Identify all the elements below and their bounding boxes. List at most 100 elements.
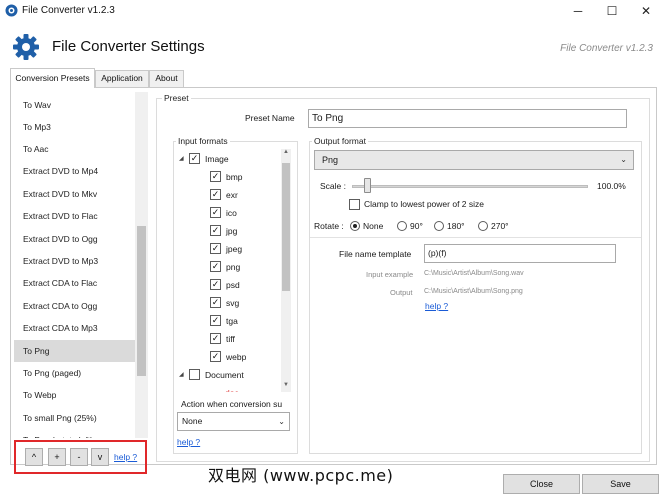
tab-application[interactable]: Application xyxy=(95,70,149,87)
minimize-button[interactable]: ─ xyxy=(561,0,595,22)
maximize-button[interactable]: ☐ xyxy=(595,0,629,22)
format-label: bmp xyxy=(226,171,243,182)
format-item[interactable]: ✓ png xyxy=(210,258,240,275)
clamp-checkbox[interactable] xyxy=(349,199,360,210)
format-item[interactable]: doc xyxy=(225,384,239,393)
format-label: tiff xyxy=(226,333,235,344)
list-item[interactable]: Extract DVD to Mp4 xyxy=(14,160,148,182)
rotate-90-radio[interactable] xyxy=(397,221,407,231)
list-item[interactable]: Extract CDA to Ogg xyxy=(14,295,148,317)
tab-about[interactable]: About xyxy=(149,70,184,87)
scroll-up-icon[interactable]: ▲ xyxy=(281,149,291,159)
expand-arrow-icon[interactable]: ◢ xyxy=(179,155,189,162)
version-label: File Converter v1.2.3 xyxy=(560,43,653,54)
document-checkbox[interactable] xyxy=(189,369,200,380)
list-item[interactable]: Extract CDA to Mp3 xyxy=(14,317,148,339)
action-label: Action when conversion su xyxy=(181,399,283,409)
format-item[interactable]: ✓ psd xyxy=(210,276,240,293)
output-format-select[interactable]: Png ⌄ xyxy=(314,150,634,170)
preset-name-input[interactable]: To Png xyxy=(308,109,627,128)
format-label: webp xyxy=(226,351,247,362)
format-checkbox[interactable]: ✓ xyxy=(210,297,221,308)
list-item-selected[interactable]: To Png xyxy=(14,340,148,362)
remove-preset-button[interactable]: - xyxy=(70,448,88,466)
list-item[interactable]: To small Png (25%) xyxy=(14,407,148,429)
action-select[interactable]: None ⌄ xyxy=(177,412,290,431)
format-label: jpeg xyxy=(226,243,243,254)
scale-value: 100.0% xyxy=(597,181,626,191)
format-checkbox[interactable]: ✓ xyxy=(210,279,221,290)
list-item[interactable]: Extract DVD to Flac xyxy=(14,205,148,227)
preset-list-scroll-thumb[interactable] xyxy=(137,226,146,376)
format-item[interactable]: ✓ jpeg xyxy=(210,240,242,257)
list-item[interactable]: To Png (paged) xyxy=(14,362,148,384)
rotate-270-radio[interactable] xyxy=(478,221,488,231)
clamp-label: Clamp to lowest power of 2 size xyxy=(364,199,484,209)
template-label: File name template xyxy=(339,249,412,259)
format-item[interactable]: ✓ exr xyxy=(210,186,238,203)
format-item[interactable]: ✓ jpg xyxy=(210,222,237,239)
scroll-down-icon[interactable]: ▼ xyxy=(281,382,291,392)
format-item[interactable]: ✓ svg xyxy=(210,294,239,311)
add-preset-button[interactable]: + xyxy=(48,448,66,466)
list-item[interactable]: To Png (rotate left) xyxy=(14,429,148,438)
image-checkbox[interactable]: ✓ xyxy=(189,153,200,164)
format-checkbox[interactable]: ✓ xyxy=(210,261,221,272)
window-title: File Converter v1.2.3 xyxy=(22,5,115,16)
watermark: 双电网 (www.pcpc.me) xyxy=(208,466,394,485)
list-item[interactable]: To Webp xyxy=(14,384,148,406)
list-item[interactable]: To Aac xyxy=(14,138,148,160)
presets-help-link[interactable]: help ? xyxy=(114,452,137,462)
list-item[interactable]: To Mp3 xyxy=(14,116,148,138)
move-up-button[interactable]: ^ xyxy=(25,448,43,466)
list-item[interactable]: Extract DVD to Mp3 xyxy=(14,250,148,272)
close-window-button[interactable]: ✕ xyxy=(629,0,663,22)
list-item[interactable]: Extract DVD to Mkv xyxy=(14,183,148,205)
format-checkbox[interactable]: ✓ xyxy=(210,333,221,344)
output-format-help-link[interactable]: help ? xyxy=(425,301,448,311)
action-select-value: None xyxy=(182,416,203,426)
gear-icon xyxy=(13,34,39,60)
rotate-option-label: None xyxy=(363,221,384,231)
tree-scroll-thumb[interactable] xyxy=(282,163,290,291)
list-item[interactable]: Extract CDA to Flac xyxy=(14,272,148,294)
format-item[interactable]: ✓ tga xyxy=(210,312,238,329)
move-down-button[interactable]: v xyxy=(91,448,109,466)
format-checkbox[interactable]: ✓ xyxy=(210,189,221,200)
rotate-option-label: 270° xyxy=(491,221,509,231)
tree-group-document[interactable]: ◢ Document xyxy=(179,366,244,383)
template-input[interactable]: (p)(f) xyxy=(424,244,616,263)
list-item[interactable]: To Wav xyxy=(14,94,148,116)
format-checkbox[interactable]: ✓ xyxy=(210,225,221,236)
output-example-label: Output xyxy=(390,288,413,297)
rotate-none-radio[interactable] xyxy=(350,221,360,231)
format-checkbox[interactable]: ✓ xyxy=(210,243,221,254)
list-item[interactable]: Extract DVD to Ogg xyxy=(14,228,148,250)
scale-slider-handle[interactable] xyxy=(364,178,371,193)
format-item[interactable]: ✓ bmp xyxy=(210,168,243,185)
format-checkbox[interactable]: ✓ xyxy=(210,315,221,326)
format-item[interactable]: ✓ ico xyxy=(210,204,237,221)
preset-list[interactable]: To Wav To Mp3 To Aac Extract DVD to Mp4 … xyxy=(14,92,148,438)
format-checkbox[interactable]: ✓ xyxy=(210,171,221,182)
output-format-legend: Output format xyxy=(312,136,368,146)
app-logo-icon xyxy=(5,4,18,17)
input-formats-tree[interactable]: ◢ ✓ Image ✓ bmp ✓ exr ✓ ico ✓ jpg ✓ jpeg ✓ png… xyxy=(176,149,281,392)
output-format-value: Png xyxy=(322,155,339,165)
format-item[interactable]: ✓ tiff xyxy=(210,330,235,347)
format-checkbox[interactable]: ✓ xyxy=(210,207,221,218)
format-label: svg xyxy=(226,297,240,308)
expand-arrow-icon[interactable]: ◢ xyxy=(179,371,189,378)
format-item[interactable]: ✓ webp xyxy=(210,348,246,365)
format-label: psd xyxy=(226,279,240,290)
scale-slider-track[interactable] xyxy=(352,185,588,188)
format-checkbox[interactable]: ✓ xyxy=(210,351,221,362)
tab-conversion-presets[interactable]: Conversion Presets xyxy=(10,68,95,88)
preset-name-label: Preset Name xyxy=(245,113,295,123)
input-formats-help-link[interactable]: help ? xyxy=(177,437,200,447)
rotate-180-radio[interactable] xyxy=(434,221,444,231)
tree-group-image[interactable]: ◢ ✓ Image xyxy=(179,150,229,167)
rotate-option-label: 90° xyxy=(410,221,423,231)
close-button[interactable]: Close xyxy=(503,474,580,494)
save-button[interactable]: Save xyxy=(582,474,659,494)
